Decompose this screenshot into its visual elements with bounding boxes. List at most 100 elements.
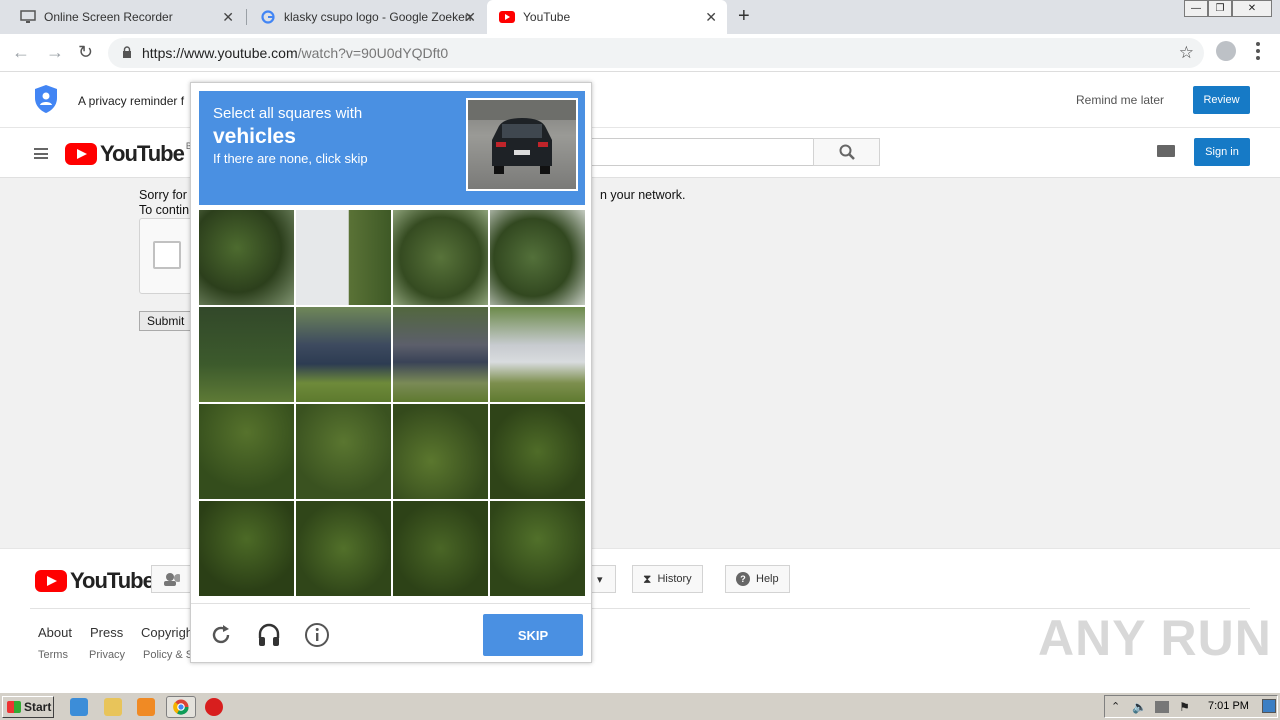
sorry-line-2: To contin	[139, 203, 190, 217]
monitor-icon	[20, 9, 36, 25]
youtube-play-icon	[65, 143, 97, 165]
sorry-message: Sorry for To contin	[139, 188, 189, 218]
grid-tile[interactable]	[393, 210, 488, 305]
help-label: Help	[756, 573, 779, 585]
review-button[interactable]: Review	[1193, 86, 1250, 114]
lock-icon	[122, 45, 132, 61]
close-icon[interactable]: ✕	[222, 9, 234, 26]
sorry-message-tail: n your network.	[600, 188, 686, 202]
help-button[interactable]: ? Help	[725, 565, 790, 593]
submit-button[interactable]: Submit	[139, 311, 195, 331]
grid-tile[interactable]	[490, 501, 585, 596]
internet-explorer-icon[interactable]	[70, 698, 88, 716]
footer-link-about[interactable]: About	[38, 625, 72, 640]
chevron-down-icon: ▾	[597, 573, 603, 586]
skip-button[interactable]: SKIP	[483, 614, 583, 656]
footer-link-policy[interactable]: Policy & S	[143, 649, 193, 661]
grid-tile[interactable]	[199, 210, 294, 305]
upload-video-icon[interactable]	[1157, 145, 1175, 157]
privacy-text: A privacy reminder f	[78, 94, 185, 108]
folder-icon[interactable]	[104, 698, 122, 716]
grid-tile[interactable]	[199, 404, 294, 499]
opera-icon[interactable]	[205, 698, 223, 716]
google-icon	[260, 9, 276, 25]
show-hidden-icons-icon[interactable]: ⌃	[1111, 700, 1120, 713]
close-icon[interactable]: ✕	[464, 9, 476, 26]
chrome-taskbar-button[interactable]	[166, 696, 196, 718]
guide-menu-icon[interactable]	[34, 148, 48, 159]
browser-toolbar: ← → ↻ https://www.youtube.com/watch?v=90…	[0, 34, 1280, 72]
language-picker-button[interactable]	[151, 565, 191, 593]
footer-link-terms[interactable]: Terms	[38, 649, 68, 661]
address-bar[interactable]: https://www.youtube.com/watch?v=90U0dYQD…	[108, 38, 1204, 68]
grid-tile[interactable]	[296, 404, 391, 499]
close-icon[interactable]: ✕	[705, 9, 717, 26]
network-icon[interactable]	[1155, 700, 1170, 713]
footer-youtube-logo[interactable]: YouTube	[35, 568, 155, 594]
audio-challenge-icon[interactable]	[255, 621, 283, 649]
grid-tile[interactable]	[490, 404, 585, 499]
sorry-line-1: Sorry for	[139, 188, 187, 202]
grid-tile[interactable]	[199, 307, 294, 402]
footer-link-privacy[interactable]: Privacy	[89, 649, 125, 661]
help-icon: ?	[736, 572, 750, 586]
grid-tile[interactable]	[490, 307, 585, 402]
media-player-icon[interactable]	[137, 698, 155, 716]
history-button[interactable]: ⧗ History	[632, 565, 703, 593]
search-input[interactable]	[585, 138, 815, 166]
profile-avatar-icon[interactable]	[1216, 41, 1236, 61]
grid-tile[interactable]	[296, 307, 391, 402]
youtube-play-icon	[35, 570, 67, 592]
bookmark-star-icon[interactable]: ☆	[1179, 43, 1194, 63]
tab-title: Online Screen Recorder	[44, 10, 173, 24]
grid-tile[interactable]	[393, 307, 488, 402]
taskbar-clock: 7:01 PM	[1208, 700, 1249, 712]
window-close-button[interactable]: ✕	[1232, 0, 1272, 17]
dropdown-button[interactable]: ▾	[588, 565, 616, 593]
reload-challenge-icon[interactable]	[207, 621, 235, 649]
instruction-line-1: Select all squares with	[213, 105, 363, 122]
chrome-icon	[173, 699, 189, 715]
minimize-button[interactable]: —	[1184, 0, 1208, 17]
people-icon	[164, 573, 180, 586]
url-path: /watch?v=90U0dYQDft0	[297, 45, 449, 61]
back-arrow-icon[interactable]: ←	[12, 42, 30, 63]
grid-tile[interactable]	[296, 210, 391, 305]
tab-google-search[interactable]: klasky csupo logo - Google Zoeken ✕	[248, 0, 486, 34]
browser-menu-icon[interactable]	[1256, 42, 1260, 60]
recaptcha-checkbox[interactable]	[153, 241, 181, 269]
grid-tile[interactable]	[393, 501, 488, 596]
search-icon	[839, 144, 855, 160]
footer-link-press[interactable]: Press	[90, 625, 123, 640]
grid-tile[interactable]	[199, 501, 294, 596]
logo-wordmark: YouTube	[100, 141, 185, 166]
new-tab-button[interactable]: +	[738, 5, 750, 28]
grid-tile[interactable]	[490, 210, 585, 305]
tab-online-screen-recorder[interactable]: Online Screen Recorder ✕	[8, 0, 244, 34]
info-icon[interactable]	[303, 621, 331, 649]
restore-button[interactable]: ❐	[1208, 0, 1232, 17]
start-button[interactable]: Start	[2, 696, 54, 718]
challenge-header: Select all squares with vehicles If ther…	[199, 91, 585, 205]
url-host: https://www.youtube.com	[142, 45, 298, 61]
action-center-flag-icon[interactable]: ⚑	[1179, 700, 1190, 714]
sample-vehicle-image	[466, 98, 578, 191]
remind-me-later-link[interactable]: Remind me later	[1076, 93, 1164, 107]
forward-arrow-icon[interactable]: →	[46, 42, 64, 63]
youtube-logo[interactable]: YouTube BE	[65, 141, 198, 167]
show-desktop-icon[interactable]	[1262, 699, 1276, 713]
search-button[interactable]	[813, 138, 880, 166]
volume-icon[interactable]: 🔈	[1132, 700, 1147, 714]
grid-tile[interactable]	[296, 501, 391, 596]
reload-icon[interactable]: ↻	[78, 42, 93, 63]
challenge-image-grid	[199, 210, 585, 597]
grid-tile[interactable]	[393, 404, 488, 499]
sign-in-button[interactable]: Sign in	[1194, 138, 1250, 166]
tab-youtube[interactable]: YouTube ✕	[487, 0, 727, 34]
youtube-icon	[499, 9, 515, 25]
history-label: History	[657, 573, 692, 585]
logo-wordmark: YouTube	[70, 568, 155, 593]
tab-title: klasky csupo logo - Google Zoeken	[284, 10, 472, 24]
footer-link-copyright[interactable]: Copyrigh	[141, 625, 193, 640]
tab-separator	[246, 9, 247, 25]
